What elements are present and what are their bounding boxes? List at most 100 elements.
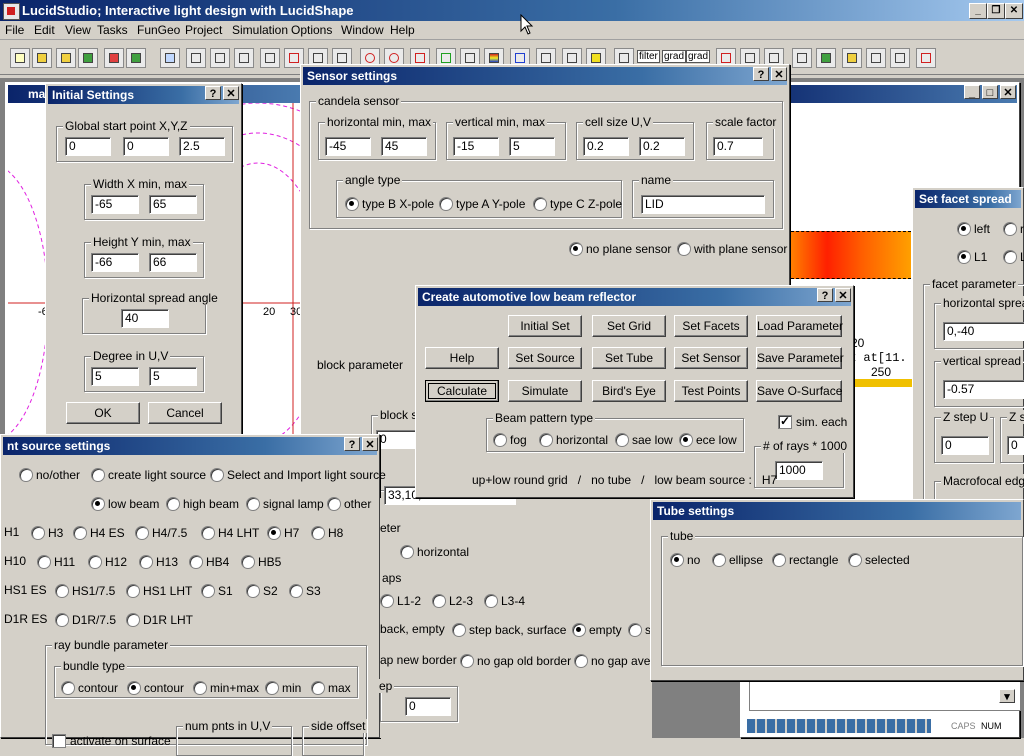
bulb-h8-radio[interactable]: H8 [311, 526, 343, 540]
initial-set-button[interactable]: Initial Set [508, 315, 582, 337]
new-file-icon[interactable] [10, 48, 30, 68]
menu-simulation[interactable]: Simulation [232, 23, 288, 37]
bulb-d1rlht-radio[interactable]: D1R LHT [126, 613, 193, 627]
beam-sae-low-radio[interactable]: sae low [615, 433, 673, 447]
high-beam-radio[interactable]: high beam [166, 497, 239, 511]
beam-horizontal-radio[interactable]: horizontal [539, 433, 608, 447]
facet-left-radio[interactable]: left [957, 222, 990, 236]
cancel-button[interactable]: Cancel [148, 402, 222, 424]
close-button[interactable]: ✕ [1005, 3, 1023, 19]
path-icon[interactable] [916, 48, 936, 68]
bulb-hs1lht-radio[interactable]: HS1 LHT [126, 584, 192, 598]
bulb-hb5-radio[interactable]: HB5 [241, 555, 281, 569]
maximize-child-button[interactable]: □ [982, 85, 998, 99]
zstepv-input[interactable]: 0 [1007, 436, 1024, 455]
facet-right-radio[interactable]: ri [1003, 222, 1024, 236]
split-icon[interactable] [792, 48, 812, 68]
degree-u-input[interactable]: 5 [91, 367, 139, 386]
close-child-button[interactable]: ✕ [1000, 85, 1016, 99]
columns-icon[interactable] [234, 48, 254, 68]
import-icon[interactable] [126, 48, 146, 68]
save-icon[interactable] [56, 48, 76, 68]
tube-rectangle-radio[interactable]: rectangle [772, 553, 838, 567]
no-plane-sensor-radio[interactable]: no plane sensor [569, 242, 671, 256]
no-gap-old-border-radio[interactable]: no gap old border [460, 654, 571, 668]
restore-button[interactable]: ❐ [987, 3, 1005, 19]
bulb-d1r75-radio[interactable]: D1R/7.5 [55, 613, 116, 627]
cell-u-input[interactable]: 0.2 [583, 137, 629, 156]
bulb-s3-radio[interactable]: S3 [289, 584, 321, 598]
ok-button[interactable]: OK [66, 402, 140, 424]
table-icon[interactable] [186, 48, 206, 68]
start-z-input[interactable]: 2.5 [179, 137, 225, 156]
bulb-hs175-radio[interactable]: HS1/7.5 [55, 584, 115, 598]
facet-l1-radio[interactable]: L1 [957, 250, 987, 264]
save-as-icon[interactable] [78, 48, 98, 68]
stack-icon[interactable] [842, 48, 862, 68]
light-close-button[interactable]: ✕ [362, 437, 378, 451]
bundle-max-radio[interactable]: max [311, 681, 351, 695]
grad-button-2[interactable]: grad [686, 50, 711, 63]
empty-radio[interactable]: empty [572, 623, 622, 637]
low-beam-radio[interactable]: low beam [91, 497, 159, 511]
reflector-close-button[interactable]: ✕ [835, 288, 851, 302]
bulb-s2-radio[interactable]: S2 [246, 584, 278, 598]
text-tool-icon[interactable] [104, 48, 124, 68]
menu-file[interactable]: File [5, 23, 24, 37]
test-points-button[interactable]: Test Points [674, 380, 748, 402]
bulb-h3-radio[interactable]: H3 [31, 526, 63, 540]
ep-input[interactable]: 0 [405, 697, 451, 716]
sensor-help-button[interactable]: ? [753, 67, 769, 81]
sensor-name-input[interactable]: LID [641, 195, 765, 214]
vmin-input[interactable]: -15 [453, 137, 499, 156]
block-step-input[interactable]: 0 [376, 430, 416, 449]
with-plane-sensor-radio[interactable]: with plane sensor [677, 242, 787, 256]
start-x-input[interactable]: 0 [65, 137, 111, 156]
tube-ellipse-radio[interactable]: ellipse [712, 553, 763, 567]
scroll-down-icon[interactable]: ▾ [999, 689, 1015, 703]
minimize-child-button[interactable]: _ [964, 85, 980, 99]
bulb-h7-radio[interactable]: H7 [267, 526, 299, 540]
set-tube-button[interactable]: Set Tube [592, 347, 666, 369]
initial-help-button[interactable]: ? [205, 86, 221, 100]
angle-type-c-radio[interactable]: type C Z-pole [533, 197, 622, 211]
menu-options[interactable]: Options [291, 23, 332, 37]
tube-selected-radio[interactable]: selected [848, 553, 910, 567]
load-parameter-button[interactable]: Load Parameter [756, 315, 843, 337]
bulb-h4es-radio[interactable]: H4 ES [73, 526, 125, 540]
degree-v-input[interactable]: 5 [149, 367, 197, 386]
open-file-icon[interactable] [32, 48, 52, 68]
hmin-input[interactable]: -45 [325, 137, 371, 156]
source-create-radio[interactable]: create light source [91, 468, 206, 482]
height-min-input[interactable]: -66 [91, 253, 139, 272]
bulb-h12-radio[interactable]: H12 [88, 555, 127, 569]
height-max-input[interactable]: 66 [149, 253, 197, 272]
merge-icon[interactable] [816, 48, 836, 68]
birds-eye-button[interactable]: Bird's Eye [592, 380, 666, 402]
l34-radio[interactable]: L3-4 [484, 594, 525, 608]
horizontal-radio[interactable]: horizontal [400, 545, 469, 559]
sensor-close-button[interactable]: ✕ [771, 67, 787, 81]
menu-view[interactable]: View [65, 23, 91, 37]
menu-fungeo[interactable]: FunGeo [137, 23, 180, 37]
beam-ece-low-radio[interactable]: ece low [679, 433, 737, 447]
save-o-surface-button[interactable]: Save O-Surface [756, 380, 842, 402]
spread-angle-input[interactable]: 40 [121, 309, 169, 328]
s-radio[interactable]: s [628, 623, 651, 637]
vspread-input[interactable]: -0.57 [943, 380, 1024, 399]
tube-no-radio[interactable]: no [670, 553, 700, 567]
bundle-min-radio[interactable]: min [265, 681, 301, 695]
bulb-h475-radio[interactable]: H4/7.5 [135, 526, 187, 540]
hmax-input[interactable]: 45 [381, 137, 427, 156]
facet-l-radio[interactable]: L [1003, 250, 1024, 264]
bulb-h11-radio[interactable]: H11 [37, 555, 75, 569]
bundle-contour2-radio[interactable]: contour [127, 681, 184, 695]
source-import-radio[interactable]: Select and Import light source [210, 468, 386, 482]
angle-type-b-radio[interactable]: type B X-pole [345, 197, 434, 211]
menu-help[interactable]: Help [390, 23, 415, 37]
set-facets-button[interactable]: Set Facets [674, 315, 748, 337]
other-radio[interactable]: other [327, 497, 371, 511]
properties-icon[interactable] [260, 48, 280, 68]
menu-project[interactable]: Project [185, 23, 222, 37]
help-button[interactable]: Help [425, 347, 499, 369]
